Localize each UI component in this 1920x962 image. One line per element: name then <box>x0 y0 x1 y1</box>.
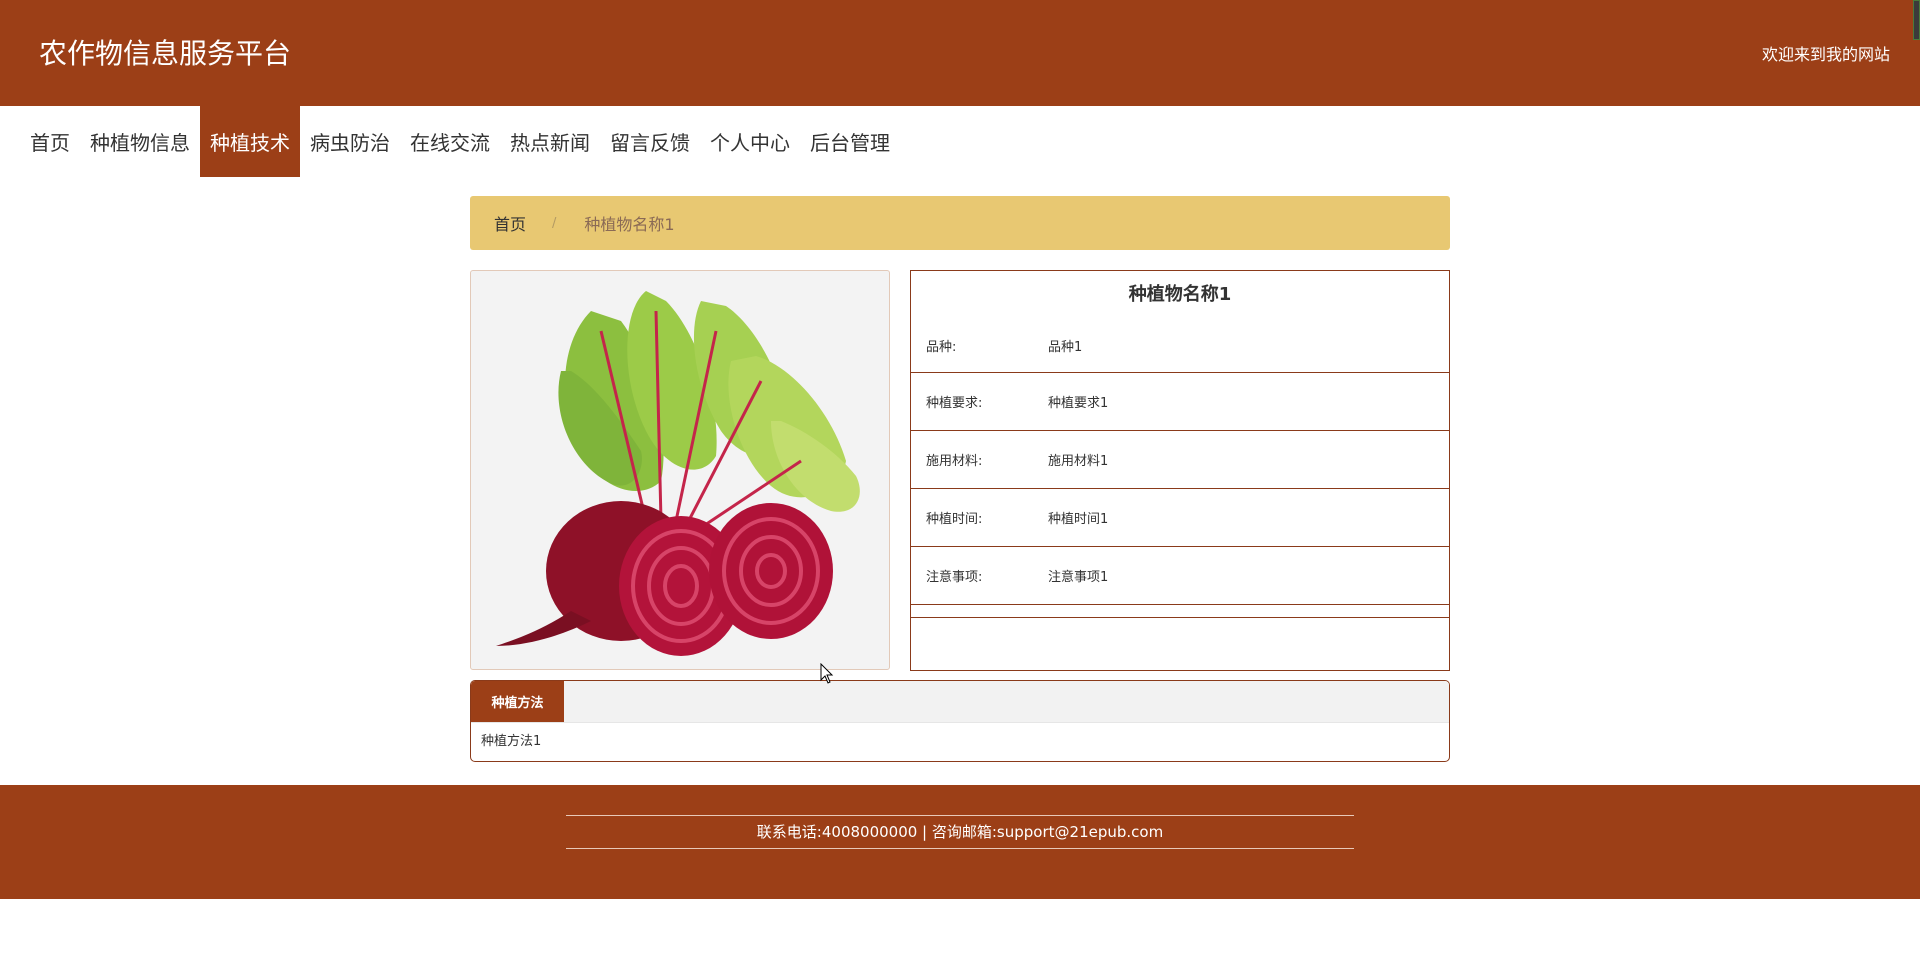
nav-item-user-center[interactable]: 个人中心 <box>700 106 800 177</box>
welcome-text: 欢迎来到我的网站 <box>1761 45 1890 64</box>
nav-item-hot-news[interactable]: 热点新闻 <box>500 106 600 177</box>
plant-name-title: 种植物名称1 <box>1128 284 1232 305</box>
tab-bar: 种植方法 <box>471 681 1449 723</box>
info-label: 种植要求: <box>926 396 983 411</box>
tab-planting-method[interactable]: 种植方法 <box>471 681 564 722</box>
info-label: 品种: <box>926 339 957 355</box>
info-label: 注意事项: <box>926 570 983 585</box>
plant-image <box>470 270 890 670</box>
nav-item-home[interactable]: 首页 <box>20 106 80 177</box>
site-footer: 联系电话:4008000000 | 咨询邮箱:support@21epub.co… <box>0 785 1920 899</box>
info-value: 施用材料1 <box>1048 454 1109 469</box>
site-title: 农作物信息服务平台 <box>39 37 292 70</box>
info-row-notes: 注意事项: 注意事项1 <box>911 547 1449 605</box>
beet-leaves <box>558 291 860 533</box>
info-row-requirements: 种植要求: 种植要求1 <box>911 373 1449 431</box>
nav-item-pest-control[interactable]: 病虫防治 <box>300 106 400 177</box>
breadcrumb: 首页 / 种植物名称1 <box>470 196 1450 250</box>
scrollbar-thumb[interactable] <box>1913 0 1920 40</box>
info-value: 品种1 <box>1048 339 1083 355</box>
info-row-variety: 品种: 品种1 <box>911 318 1449 373</box>
info-row-materials: 施用材料: 施用材料1 <box>911 431 1449 489</box>
site-header: 农作物信息服务平台 欢迎来到我的网站 <box>0 0 1920 106</box>
info-value: 注意事项1 <box>1048 570 1109 585</box>
tab-content: 种植方法1 <box>481 734 542 749</box>
info-value: 种植时间1 <box>1048 512 1109 527</box>
nav-item-feedback[interactable]: 留言反馈 <box>600 106 700 177</box>
beet-roots <box>496 501 833 656</box>
footer-divider-top <box>566 815 1354 816</box>
nav-item-online-chat[interactable]: 在线交流 <box>400 106 500 177</box>
mouse-cursor-icon <box>820 663 834 684</box>
footer-divider-bottom <box>566 848 1354 849</box>
info-row-time: 种植时间: 种植时间1 <box>911 489 1449 547</box>
nav-item-admin[interactable]: 后台管理 <box>800 106 900 177</box>
nav-item-plant-info[interactable]: 种植物信息 <box>80 106 200 177</box>
nav-item-planting-tech[interactable]: 种植技术 <box>200 106 300 177</box>
beetroot-image <box>496 291 860 656</box>
main-nav: 首页 种植物信息 种植技术 病虫防治 在线交流 热点新闻 留言反馈 个人中心 后… <box>20 106 900 177</box>
breadcrumb-home-link[interactable]: 首页 <box>494 211 526 235</box>
info-label: 种植时间: <box>926 512 983 527</box>
info-divider <box>911 605 1449 618</box>
breadcrumb-current: 种植物名称1 <box>584 215 675 234</box>
method-tab-panel: 种植方法 种植方法1 <box>470 680 1450 762</box>
plant-info-panel: 种植物名称1 品种: 品种1 种植要求: 种植要求1 施用材料: 施用材料1 种… <box>910 270 1450 671</box>
info-value: 种植要求1 <box>1048 396 1109 411</box>
info-label: 施用材料: <box>926 454 983 469</box>
breadcrumb-separator: / <box>552 215 557 231</box>
footer-contact: 联系电话:4008000000 | 咨询邮箱:support@21epub.co… <box>756 823 1164 841</box>
